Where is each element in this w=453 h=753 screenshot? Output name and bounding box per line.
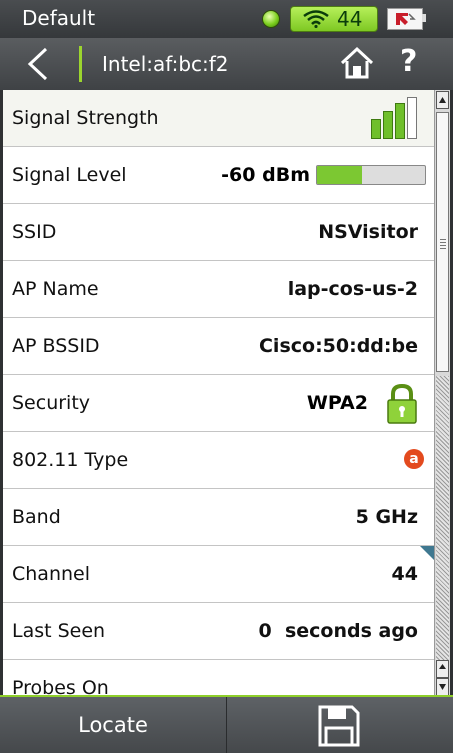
protocol-a-badge: a: [404, 449, 424, 469]
signal-level-value: -60 dBm: [221, 164, 310, 186]
scroll-up-button[interactable]: [436, 91, 449, 109]
signal-bar: [371, 119, 381, 139]
band-value: 5 GHz: [355, 506, 418, 528]
wifi-icon: [303, 10, 329, 28]
row-label: Signal Strength: [12, 107, 159, 129]
security-value: WPA2: [306, 392, 368, 414]
status-bar: Default 44: [0, 0, 453, 38]
row-label: SSID: [12, 221, 57, 243]
arrow-up-icon: [439, 97, 446, 103]
status-led-icon: [262, 10, 280, 28]
signal-bar: [407, 97, 417, 139]
battery-icon: [387, 8, 423, 30]
scroll-track[interactable]: [436, 376, 449, 674]
expand-corner-icon: [420, 546, 434, 560]
scrollbar[interactable]: [434, 90, 450, 697]
nav-bar: Intel:af:bc:f2 ?: [0, 38, 453, 90]
home-icon[interactable]: [340, 46, 374, 80]
signal-bars-icon: [371, 97, 419, 139]
footer-toolbar: Locate: [0, 697, 453, 753]
row-label: AP BSSID: [12, 335, 100, 357]
locate-button[interactable]: Locate: [0, 697, 227, 753]
arrow-down-icon: [439, 684, 446, 690]
last-seen-value: 0 seconds ago: [258, 620, 419, 642]
ssid-value: NSVisitor: [318, 221, 418, 243]
scroll-grip: [440, 239, 446, 249]
detail-list[interactable]: Signal Strength Signal Level -60 dBm SSI…: [3, 90, 434, 697]
chevron-left-icon[interactable]: [24, 46, 54, 82]
battery-tip: [422, 14, 426, 22]
charging-plug-icon: [396, 13, 416, 25]
signal-level-fill: [317, 166, 363, 184]
ap-name-value: lap-cos-us-2: [287, 278, 418, 300]
row-label: Last Seen: [12, 620, 106, 642]
row-signal-strength: Signal Strength: [3, 90, 434, 147]
row-label: 802.11 Type: [12, 449, 129, 471]
signal-level-bar: [316, 165, 426, 185]
channel-value: 44: [391, 563, 418, 585]
scroll-down-button[interactable]: [436, 678, 449, 696]
scroll-down-stack-button[interactable]: [436, 660, 449, 678]
row-label: Signal Level: [12, 164, 127, 186]
save-button[interactable]: [227, 697, 453, 753]
row-label: AP Name: [12, 278, 99, 300]
scroll-thumb[interactable]: [436, 112, 449, 372]
row-channel[interactable]: Channel 44: [3, 546, 434, 603]
ap-bssid-value: Cisco:50:dd:be: [258, 335, 418, 357]
row-label: Channel: [12, 563, 91, 585]
row-probes-on: Probes On: [3, 660, 434, 697]
row-label: Band: [12, 506, 61, 528]
row-label: Security: [12, 392, 91, 414]
profile-title: Default: [22, 6, 96, 30]
row-ap-bssid: AP BSSID Cisco:50:dd:be: [3, 318, 434, 375]
row-label: Probes On: [12, 677, 109, 697]
nav-divider: [79, 46, 82, 82]
signal-bar: [395, 103, 405, 139]
row-band: Band 5 GHz: [3, 489, 434, 546]
row-signal-level: Signal Level -60 dBm: [3, 147, 434, 204]
row-80211-type: 802.11 Type a: [3, 432, 434, 489]
arrow-up-icon: [439, 664, 446, 669]
row-ssid: SSID NSVisitor: [3, 204, 434, 261]
wifi-count: 44: [337, 7, 363, 31]
row-security: Security WPA2: [3, 375, 434, 432]
wifi-status-pill[interactable]: 44: [290, 6, 378, 32]
row-ap-name: AP Name lap-cos-us-2: [3, 261, 434, 318]
row-last-seen: Last Seen 0 seconds ago: [3, 603, 434, 660]
signal-bar: [383, 111, 393, 139]
page-title: Intel:af:bc:f2: [102, 52, 229, 76]
help-button[interactable]: ?: [400, 44, 417, 79]
lock-icon: [387, 383, 417, 424]
floppy-disk-icon: [318, 705, 360, 747]
